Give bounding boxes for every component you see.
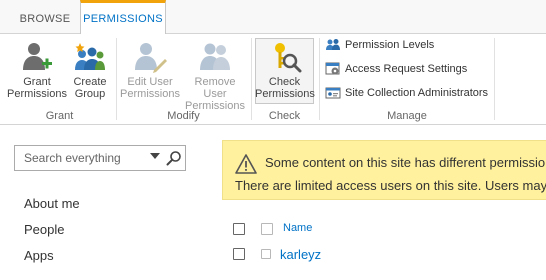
permission-levels-icon [326, 39, 340, 50]
search-input[interactable] [15, 146, 154, 170]
grant-permissions-button[interactable]: Grant Permissions [7, 36, 67, 100]
search-box [14, 145, 186, 171]
grant-group-label: Grant [45, 110, 74, 122]
remove-user-permissions-icon [200, 43, 230, 70]
modify-group-label: Modify [167, 110, 200, 122]
check-permissions-content[interactable]: Check Permissions [255, 36, 315, 100]
access-request-settings-button[interactable]: Access Request Settings [325, 61, 467, 81]
edit-user-permissions-icon [135, 43, 167, 73]
permission-levels-label: Permission Levels [345, 39, 435, 51]
check-permissions-label-2: Permissions [255, 88, 315, 100]
check-permissions-icon [274, 43, 301, 73]
row-type-checkbox[interactable] [261, 249, 271, 259]
create-group-icon [75, 43, 105, 70]
ribbon-divider [494, 38, 495, 120]
tab-permissions[interactable]: PERMISSIONS [80, 0, 166, 35]
tab-browse[interactable]: BROWSE [14, 0, 76, 34]
create-group-label-2: Group [74, 88, 106, 100]
ribbon-divider [116, 38, 117, 120]
access-request-settings-icon [325, 62, 340, 75]
site-collection-administrators-label: Site Collection Administrators [345, 87, 489, 99]
permission-levels-button[interactable]: Permission Levels [325, 37, 434, 57]
row-select-checkbox[interactable] [233, 248, 245, 260]
create-group-button[interactable]: Create Group [68, 36, 112, 100]
site-collection-admins-icon [325, 87, 341, 99]
column-header-name[interactable]: Name [283, 222, 312, 234]
manage-group-label: Manage [387, 110, 427, 122]
nav-item-about-me[interactable]: About me [24, 196, 80, 211]
edit-user-permissions-label-2: Permissions [120, 88, 180, 100]
user-link-karleyz[interactable]: karleyz [280, 247, 321, 262]
ribbon-divider [251, 38, 252, 120]
column-type-checkbox[interactable] [261, 223, 273, 235]
nav-item-people[interactable]: People [24, 222, 64, 237]
warning-text-line-2: There are limited access users on this s… [235, 178, 546, 193]
nav-item-apps[interactable]: Apps [24, 248, 54, 263]
warning-icon [235, 154, 257, 174]
edit-user-permissions-label-1: Edit User [127, 76, 173, 88]
grant-permissions-label-1: Grant [23, 76, 51, 88]
check-permissions-label-1: Check [268, 76, 301, 88]
search-icon[interactable] [166, 150, 182, 166]
ribbon-divider [319, 38, 320, 120]
edit-user-permissions-button[interactable]: Edit User Permissions [119, 36, 181, 100]
permissions-warning-banner: Some content on this site has different … [222, 140, 546, 200]
grant-permissions-label-2: Permissions [7, 88, 67, 100]
access-request-settings-label: Access Request Settings [345, 63, 468, 75]
check-group-label: Check [268, 110, 301, 122]
remove-user-permissions-button[interactable]: Remove User Permissions [182, 36, 248, 112]
remove-user-permissions-label-1: Remove User [194, 76, 236, 100]
chevron-down-icon[interactable] [150, 152, 160, 160]
warning-text-line-1: Some content on this site has different … [265, 155, 546, 170]
select-all-checkbox[interactable] [233, 223, 245, 235]
grant-permissions-icon [23, 43, 52, 70]
ribbon: Grant Permissions Create Group Grant Edi… [0, 34, 546, 125]
create-group-label-1: Create [73, 76, 107, 88]
site-collection-administrators-button[interactable]: Site Collection Administrators [325, 85, 488, 105]
